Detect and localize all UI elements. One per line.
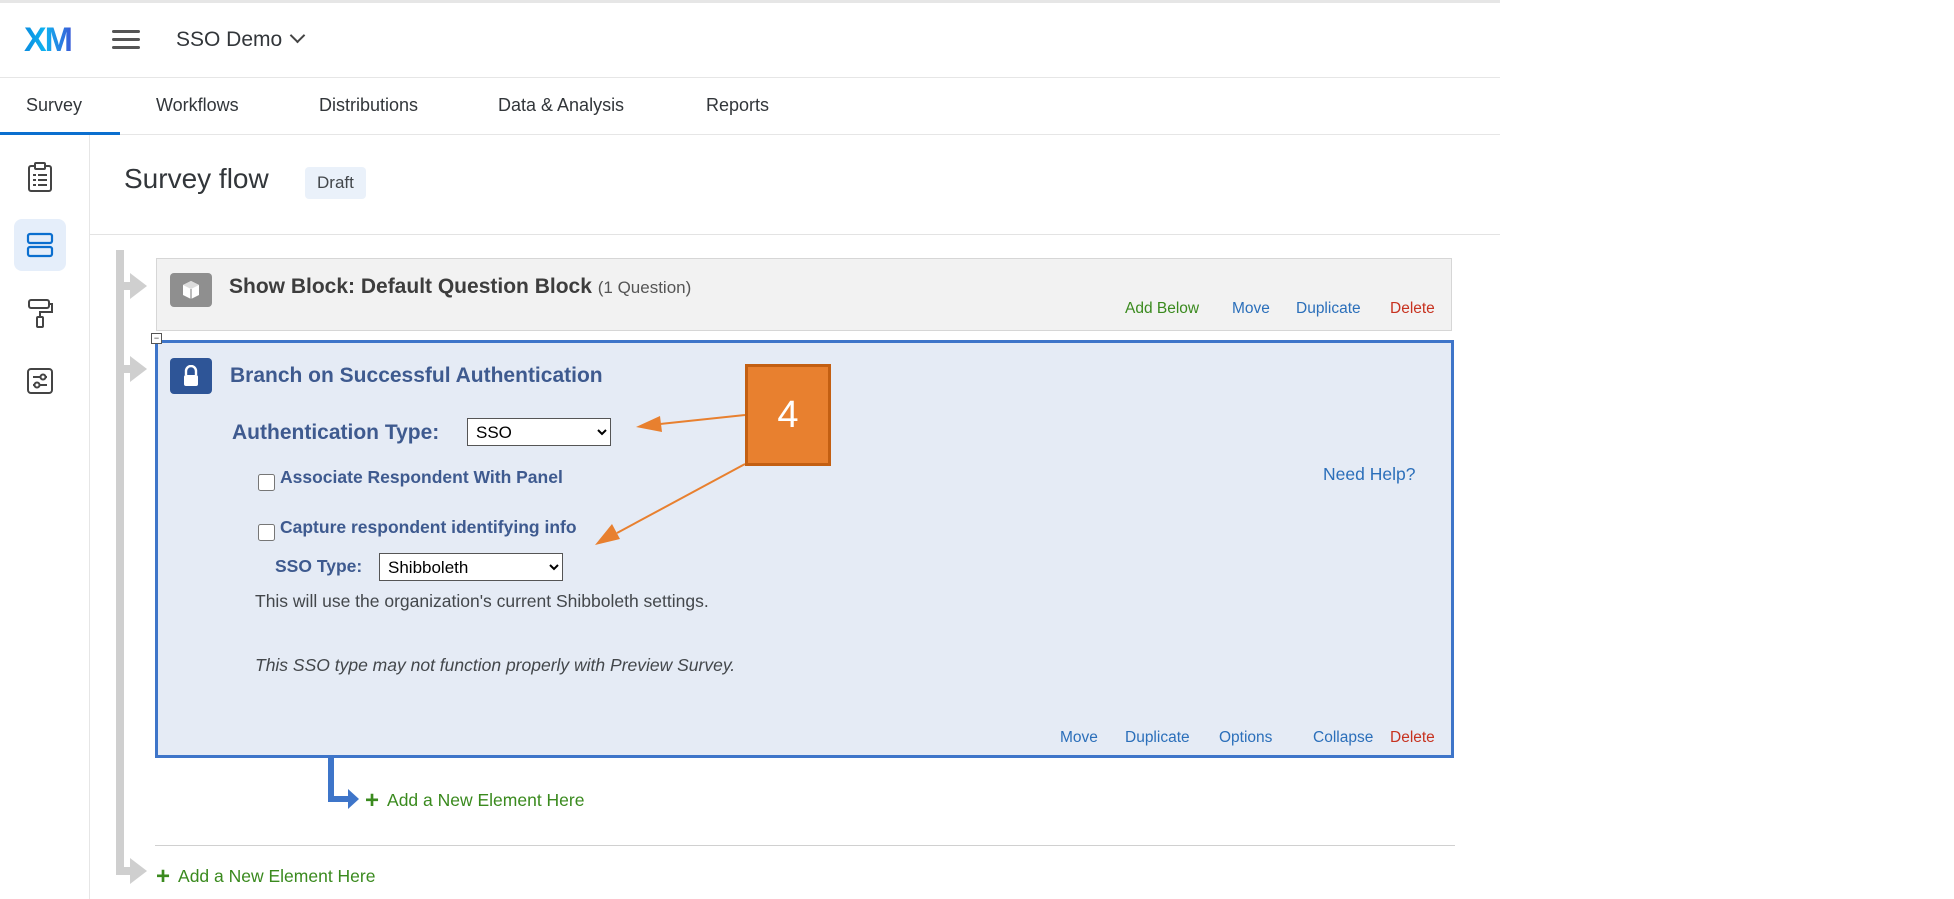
tab-reports[interactable]: Reports (706, 95, 769, 116)
need-help-link[interactable]: Need Help? (1323, 464, 1415, 485)
tab-workflows[interactable]: Workflows (156, 95, 239, 116)
flow-arrow-icon (130, 858, 147, 884)
duplicate-link[interactable]: Duplicate (1125, 729, 1190, 747)
add-new-element-label: Add a New Element Here (387, 790, 585, 810)
page-title: Survey flow (124, 163, 269, 194)
delete-link[interactable]: Delete (1390, 300, 1435, 318)
capture-info-checkbox[interactable] (258, 524, 275, 541)
auth-type-label: Authentication Type: (232, 421, 440, 444)
sso-type-select[interactable]: Shibboleth (379, 553, 563, 581)
hamburger-menu-icon[interactable] (112, 30, 140, 50)
status-badge: Draft (305, 167, 366, 199)
flow-arrow-icon (130, 273, 147, 299)
main-tabs: Survey Workflows Distributions Data & An… (0, 77, 1500, 135)
add-new-element-label: Add a New Element Here (178, 866, 376, 886)
left-rail (0, 135, 90, 899)
block-title-text: Show Block: Default Question Block (229, 275, 592, 298)
step-number-callout: 4 (745, 364, 831, 466)
preview-warning: This SSO type may not function properly … (255, 655, 736, 675)
block-title: Show Block: Default Question Block (1 Qu… (229, 275, 691, 299)
associate-panel-checkbox[interactable] (258, 474, 275, 491)
duplicate-link[interactable]: Duplicate (1296, 300, 1361, 318)
flow-line (116, 250, 124, 875)
survey-options-icon[interactable] (14, 355, 66, 407)
capture-info-label[interactable]: Capture respondent identifying info (280, 517, 577, 538)
top-bar: XM SSO Demo (0, 3, 1500, 77)
options-link[interactable]: Options (1219, 729, 1272, 747)
sso-settings-note: This will use the organization's current… (255, 591, 709, 611)
xm-logo[interactable]: XM (24, 21, 73, 60)
auth-type-select[interactable]: SSO (467, 418, 611, 446)
show-block-element[interactable]: Show Block: Default Question Block (1 Qu… (156, 258, 1452, 331)
add-new-element-inner[interactable]: + Add a New Element Here (365, 785, 585, 814)
chevron-down-icon (289, 27, 306, 44)
add-below-link[interactable]: Add Below (1125, 300, 1199, 318)
plus-icon: + (365, 787, 380, 814)
associate-panel-label[interactable]: Associate Respondent With Panel (280, 467, 563, 488)
tab-data-analysis[interactable]: Data & Analysis (498, 95, 624, 116)
question-count: (1 Question) (597, 278, 692, 297)
move-link[interactable]: Move (1232, 300, 1270, 318)
collapse-link[interactable]: Collapse (1313, 729, 1373, 747)
survey-flow-icon[interactable] (14, 219, 66, 271)
project-name: SSO Demo (176, 28, 283, 51)
delete-link[interactable]: Delete (1390, 729, 1435, 747)
lock-icon (170, 358, 212, 394)
look-and-feel-icon[interactable] (14, 287, 66, 339)
move-link[interactable]: Move (1060, 729, 1098, 747)
project-selector[interactable]: SSO Demo (176, 27, 306, 52)
tab-survey[interactable]: Survey (26, 95, 82, 116)
sso-type-label: SSO Type: (275, 556, 363, 576)
tab-distributions[interactable]: Distributions (319, 95, 418, 116)
block-cube-icon (170, 273, 212, 307)
flow-arrow-icon (130, 356, 147, 382)
survey-questions-icon[interactable] (14, 151, 66, 203)
plus-icon: + (156, 863, 171, 890)
collapse-toggle-icon[interactable]: − (151, 333, 162, 344)
add-new-element-outer[interactable]: + Add a New Element Here (156, 861, 376, 890)
branch-title: Branch on Successful Authentication (230, 364, 603, 387)
header-divider (90, 234, 1500, 235)
flow-end-divider (155, 845, 1455, 846)
